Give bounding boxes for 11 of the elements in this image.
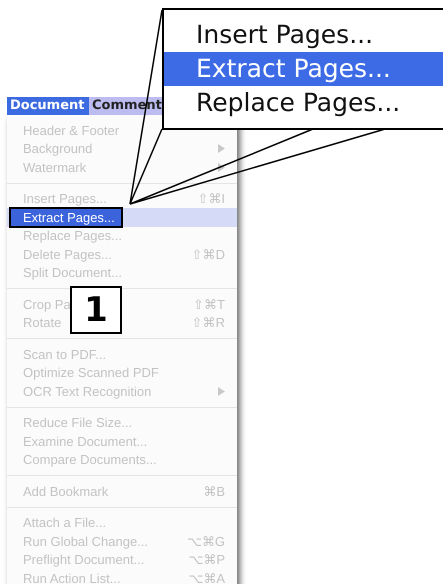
shortcut-label: ⌘B (203, 484, 225, 498)
menu-item[interactable]: Extract Pages... (9, 206, 123, 228)
shortcut-label: ⇧⌘D (192, 248, 225, 261)
menu-title[interactable]: Document (7, 97, 89, 115)
shortcut-label: ⇧⌘T (193, 298, 225, 311)
shortcut-label: ⇧⌘I (197, 192, 225, 206)
shortcut-label: ⇧⌘R (192, 316, 225, 330)
shortcut-label: ⌥⌘P (188, 553, 225, 566)
shortcut-label: ⌥⌘A (188, 572, 225, 584)
shortcut-label: ⌥⌘G (186, 534, 225, 548)
step-badge: 1 (70, 286, 122, 334)
